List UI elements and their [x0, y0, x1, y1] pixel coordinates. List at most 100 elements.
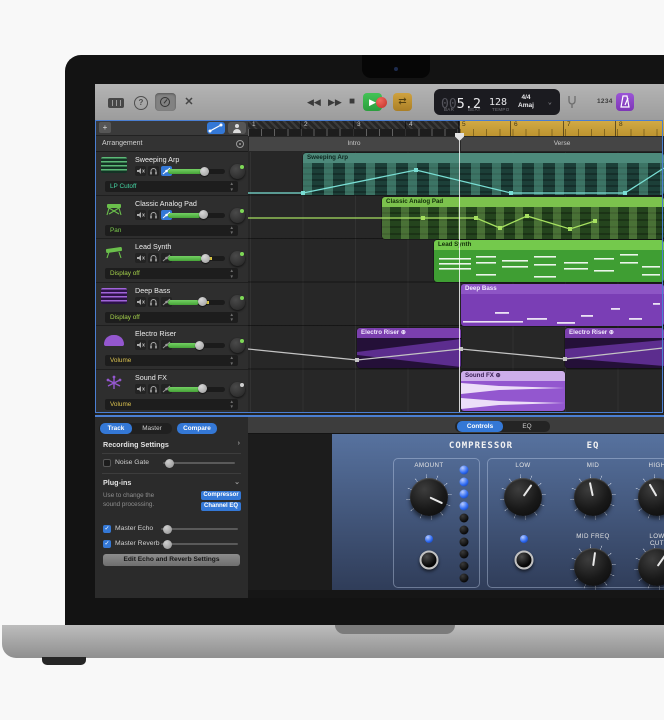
- pan-knob[interactable]: [230, 295, 245, 310]
- tab-controls[interactable]: Controls: [457, 421, 503, 432]
- mid-freq-knob[interactable]: [574, 548, 612, 586]
- stop-button[interactable]: ■: [349, 93, 355, 111]
- region-electro-riser-2[interactable]: Electro Riser ⊕: [565, 328, 664, 368]
- keyboard-icon[interactable]: [108, 98, 124, 108]
- region-classic-analog-pad[interactable]: Classic Analog Pad: [382, 197, 664, 239]
- region-lead-synth[interactable]: Lead Synth: [434, 240, 664, 282]
- amount-knob[interactable]: [410, 478, 448, 516]
- track-header-list: Sweeping Arp LP Cutoff▲▼ Classic Analog …: [95, 152, 248, 413]
- tuner-icon[interactable]: [567, 95, 577, 109]
- low-cut-knob[interactable]: [638, 548, 664, 586]
- solo-button[interactable]: [148, 384, 159, 394]
- automation-parameter-select[interactable]: LP Cutoff▲▼: [105, 181, 238, 192]
- cycle-region[interactable]: [460, 120, 664, 136]
- master-echo-checkbox[interactable]: ✓: [103, 525, 111, 533]
- track-row-sweeping-arp[interactable]: Sweeping Arp LP Cutoff▲▼: [95, 152, 248, 196]
- volume-slider[interactable]: [168, 300, 225, 305]
- low-knob[interactable]: [504, 478, 542, 516]
- solo-button[interactable]: [148, 166, 159, 176]
- tab-track[interactable]: Track: [100, 423, 132, 434]
- count-in-button[interactable]: 1234: [597, 98, 613, 105]
- plugin-slot-channel-eq[interactable]: Channel EQ: [201, 502, 241, 511]
- track-row-electro-riser[interactable]: Electro Riser Volume▲▼: [95, 326, 248, 370]
- metronome-button[interactable]: [616, 93, 634, 111]
- arrangement-section-intro[interactable]: Intro: [248, 136, 460, 152]
- arrangement-section-verse[interactable]: Verse: [460, 136, 664, 152]
- noise-gate-slider[interactable]: [163, 462, 235, 464]
- bar-number: 3: [357, 121, 361, 128]
- editors-scissors-icon[interactable]: ✕: [183, 96, 195, 108]
- plugin-slot-compressor[interactable]: Compressor: [201, 491, 241, 500]
- automation-parameter-select[interactable]: Display off▲▼: [105, 312, 238, 323]
- edit-echo-reverb-button[interactable]: Edit Echo and Reverb Settings: [103, 554, 240, 566]
- lcd-display[interactable]: 005.2 BAR BEAT 128 TEMPO 4/4 Amaj ⌄: [434, 89, 560, 115]
- track-row-classic-analog-pad[interactable]: Classic Analog Pad Pan▲▼: [95, 196, 248, 240]
- compressor-toggle-switch[interactable]: [420, 551, 439, 570]
- bar-number: 5: [462, 121, 466, 128]
- region-sweeping-arp[interactable]: Sweeping Arp: [303, 153, 664, 195]
- toolbar: ? ✕ ◀◀ ▶▶ ■ ▶ ⇄ 005.2 BAR BEAT 128 TEMPO…: [95, 84, 664, 121]
- mute-button[interactable]: [135, 166, 146, 176]
- mute-button[interactable]: [135, 384, 146, 394]
- playhead-position: 005.2 BAR BEAT: [441, 93, 485, 112]
- add-track-button[interactable]: +: [99, 122, 111, 133]
- pan-knob[interactable]: [230, 164, 245, 179]
- chevron-right-icon[interactable]: ›: [238, 440, 240, 447]
- volume-slider[interactable]: [168, 343, 225, 348]
- rewind-button[interactable]: ◀◀: [307, 93, 321, 111]
- solo-button[interactable]: [148, 340, 159, 350]
- region-electro-riser-1[interactable]: Electro Riser ⊕: [357, 328, 461, 368]
- automation-parameter-select[interactable]: Volume▲▼: [105, 355, 238, 366]
- show-automation-button[interactable]: [207, 122, 225, 134]
- master-echo-slider[interactable]: [161, 528, 238, 530]
- window-bottom-edge: [248, 590, 664, 598]
- track-options-button[interactable]: [228, 122, 246, 134]
- record-button[interactable]: [376, 97, 387, 108]
- mute-button[interactable]: [135, 210, 146, 220]
- automation-parameter-select[interactable]: Pan▲▼: [105, 225, 238, 236]
- track-row-lead-synth[interactable]: Lead Synth Display off▲▼: [95, 239, 248, 283]
- solo-button[interactable]: [148, 297, 159, 307]
- master-reverb-checkbox[interactable]: ✓: [103, 540, 111, 548]
- automation-parameter-select[interactable]: Volume▲▼: [105, 399, 238, 410]
- chevron-down-icon[interactable]: ⌄: [234, 478, 240, 486]
- laptop-base: [2, 625, 664, 658]
- mute-button[interactable]: [135, 297, 146, 307]
- bar-number: 7: [567, 121, 571, 128]
- solo-button[interactable]: [148, 253, 159, 263]
- cycle-button[interactable]: ⇄: [393, 93, 412, 111]
- eq-toggle-switch[interactable]: [515, 551, 534, 570]
- automation-parameter-select[interactable]: Display off▲▼: [105, 268, 238, 279]
- pan-knob[interactable]: [230, 208, 245, 223]
- forward-button[interactable]: ▶▶: [328, 93, 342, 111]
- chevron-down-icon[interactable]: ⌄: [548, 98, 552, 106]
- mute-button[interactable]: [135, 340, 146, 350]
- solo-button[interactable]: [148, 210, 159, 220]
- volume-slider[interactable]: [168, 213, 225, 218]
- compare-button[interactable]: Compare: [177, 423, 217, 434]
- arrangement-target-icon[interactable]: [236, 140, 244, 148]
- amount-label: AMOUNT: [414, 462, 443, 469]
- noise-gate-checkbox[interactable]: [103, 459, 111, 467]
- pan-knob[interactable]: [230, 382, 245, 397]
- pan-knob[interactable]: [230, 338, 245, 353]
- plugins-label[interactable]: Plug-ins: [103, 478, 131, 487]
- master-reverb-slider[interactable]: [161, 543, 238, 545]
- mid-knob[interactable]: [574, 478, 612, 516]
- high-knob[interactable]: [638, 478, 664, 516]
- arrange-area[interactable]: Sweeping Arp Classic Analog Pad Lead Syn…: [248, 152, 664, 413]
- volume-slider[interactable]: [168, 169, 225, 174]
- tab-master[interactable]: Master: [133, 423, 171, 434]
- smart-controls-button[interactable]: [155, 93, 176, 111]
- volume-slider[interactable]: [168, 387, 225, 392]
- track-row-sound-fx[interactable]: Sound FX Volume▲▼: [95, 370, 248, 414]
- track-row-deep-bass[interactable]: Deep Bass Display off▲▼: [95, 283, 248, 327]
- tab-eq[interactable]: EQ: [506, 421, 548, 432]
- region-deep-bass[interactable]: Deep Bass: [461, 284, 664, 326]
- help-button[interactable]: ?: [134, 96, 148, 110]
- pan-knob[interactable]: [230, 251, 245, 266]
- region-sound-fx[interactable]: Sound FX ⊕: [461, 371, 565, 411]
- recording-settings-label[interactable]: Recording Settings: [103, 440, 169, 449]
- volume-slider[interactable]: [168, 256, 225, 261]
- mute-button[interactable]: [135, 253, 146, 263]
